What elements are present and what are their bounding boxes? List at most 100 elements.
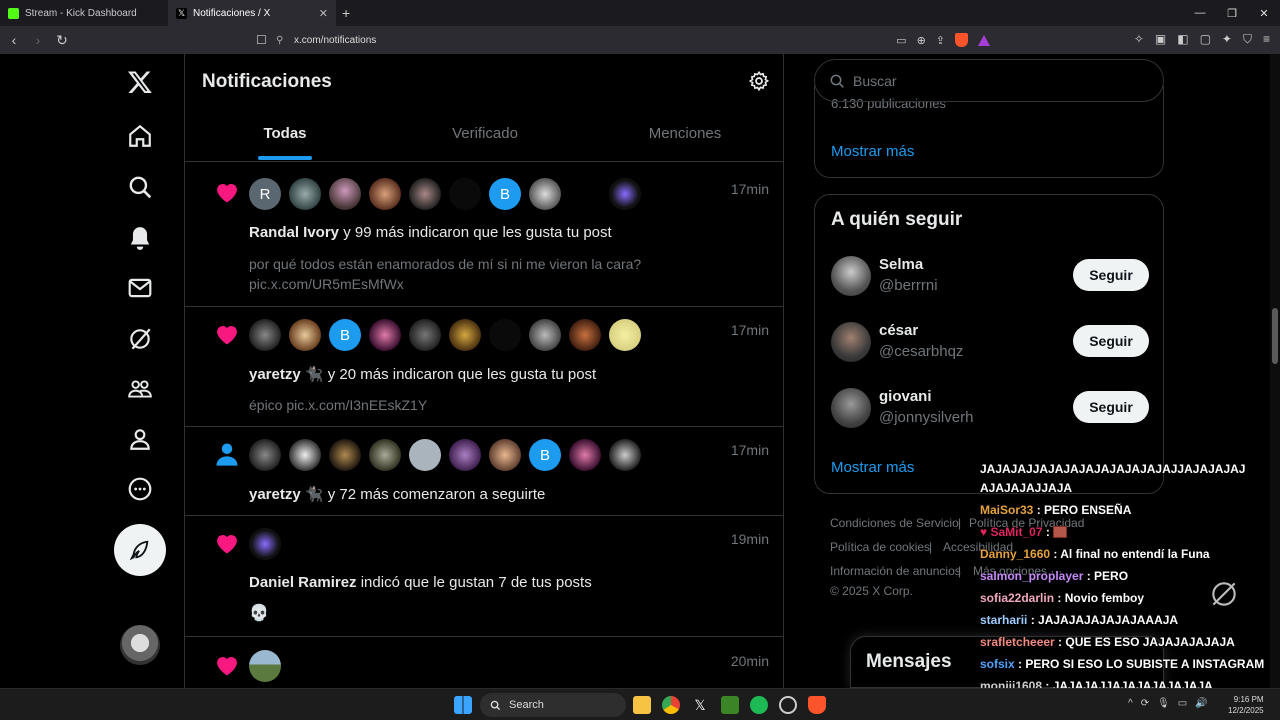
minimize-icon[interactable]: — <box>1184 7 1216 19</box>
microphone-icon[interactable]: 🎙 <box>1157 698 1170 709</box>
avatar[interactable] <box>249 439 281 471</box>
system-clock[interactable]: 9:16 PM 12/2/2025 <box>1228 694 1264 716</box>
forward-icon[interactable]: › <box>28 32 48 48</box>
file-explorer-icon[interactable] <box>633 696 651 714</box>
avatar[interactable] <box>289 439 321 471</box>
settings-gear-icon[interactable] <box>748 70 770 92</box>
tab-todas[interactable]: Todas <box>185 114 385 162</box>
actor-name[interactable]: Daniel Ramirez <box>249 574 357 591</box>
avatar[interactable]: R <box>249 178 281 210</box>
avatar[interactable] <box>609 319 641 351</box>
more-options-icon[interactable] <box>126 475 154 503</box>
actor-name[interactable]: Randal Ivory <box>249 224 339 241</box>
cast-icon[interactable]: ▭ <box>896 34 906 47</box>
avatar[interactable] <box>409 319 441 351</box>
show-more-trends-link[interactable]: Mostrar más <box>831 143 914 160</box>
notification-item[interactable]: B 17min yaretzy 🐈‍⬛ y 20 más indicaron q… <box>185 307 783 427</box>
restore-icon[interactable]: ❐ <box>1216 7 1248 20</box>
avatar[interactable] <box>831 388 871 428</box>
search-input[interactable]: Buscar <box>814 59 1164 102</box>
chrome-icon[interactable] <box>662 696 680 714</box>
follow-suggestion[interactable]: césar @cesarbhqz Seguir <box>831 319 1149 369</box>
avatar[interactable] <box>449 319 481 351</box>
vpn-icon[interactable]: ⛉ <box>1243 32 1252 47</box>
menu-icon[interactable]: ≡ <box>1263 32 1270 47</box>
obs-icon[interactable] <box>779 696 797 714</box>
volume-icon[interactable]: 🔊 <box>1195 698 1207 709</box>
compose-post-button[interactable] <box>114 524 166 576</box>
footer-link-terms[interactable]: Condiciones de Servicio <box>830 516 959 530</box>
profile-icon[interactable] <box>126 425 154 453</box>
display-icon[interactable]: ▭ <box>1178 698 1187 709</box>
address-bar[interactable]: ☐ ⚲ x.com/notifications ▭ ⊕ ⇪ <box>256 29 1000 51</box>
bookmark-icon[interactable]: ☐ <box>256 33 276 47</box>
actor-name[interactable]: yaretzy <box>249 486 301 503</box>
taskbar-search[interactable]: Search <box>480 693 626 717</box>
avatar[interactable] <box>329 178 361 210</box>
avatar[interactable] <box>369 319 401 351</box>
avatar[interactable] <box>569 178 601 210</box>
avatar[interactable] <box>831 256 871 296</box>
follow-button[interactable]: Seguir <box>1073 391 1149 423</box>
close-window-icon[interactable]: ✕ <box>1248 7 1280 20</box>
follow-suggestion[interactable]: giovani @jonnysilverh Seguir <box>831 385 1149 435</box>
leo-ai-icon[interactable]: ✦ <box>1222 32 1232 47</box>
brave-rewards-icon[interactable] <box>978 34 990 46</box>
notification-item[interactable]: 20min <box>185 637 783 688</box>
back-icon[interactable]: ‹ <box>4 32 24 48</box>
avatar[interactable]: B <box>329 319 361 351</box>
sidebar-icon[interactable]: ▣ <box>1155 32 1166 47</box>
actor-name[interactable]: yaretzy <box>249 366 301 383</box>
tab-x-notifications[interactable]: 𝕏 Notificaciones / X ✕ <box>168 0 336 26</box>
avatar[interactable] <box>409 439 441 471</box>
avatar[interactable] <box>569 439 601 471</box>
suggestion-name[interactable]: giovani <box>879 388 932 405</box>
x-logo-icon[interactable] <box>126 68 154 96</box>
footer-link-ads-info[interactable]: Información de anuncios <box>830 564 961 578</box>
avatar[interactable] <box>489 319 521 351</box>
tray-sync-icon[interactable]: ⟳ <box>1141 698 1149 709</box>
grok-icon[interactable] <box>126 325 154 353</box>
reload-icon[interactable]: ↻ <box>52 32 72 49</box>
account-avatar[interactable] <box>120 625 160 665</box>
split-view-icon[interactable]: ◧ <box>1177 32 1188 47</box>
zoom-icon[interactable]: ⊕ <box>917 34 926 47</box>
avatar[interactable]: B <box>529 439 561 471</box>
avatar[interactable] <box>329 439 361 471</box>
extensions-icon[interactable]: ✧ <box>1134 32 1144 47</box>
avatar[interactable] <box>489 439 521 471</box>
explore-search-icon[interactable] <box>126 173 154 201</box>
messages-envelope-icon[interactable] <box>126 274 154 302</box>
spotify-icon[interactable] <box>750 696 768 714</box>
avatar[interactable] <box>369 439 401 471</box>
follow-suggestion[interactable]: Selma @berrrni Seguir <box>831 253 1149 303</box>
wallet-icon[interactable]: ▢ <box>1200 32 1211 47</box>
xbox-icon[interactable] <box>721 696 739 714</box>
tray-overflow-icon[interactable]: ^ <box>1128 698 1133 709</box>
footer-link-cookies[interactable]: Política de cookies <box>830 540 930 554</box>
share-icon[interactable]: ⇪ <box>936 34 945 47</box>
tab-verificado[interactable]: Verificado <box>385 114 585 162</box>
notification-item[interactable]: R B 17min Randal Ivory y 99 más indicaro… <box>185 162 783 307</box>
home-icon[interactable] <box>126 122 154 150</box>
tab-menciones[interactable]: Menciones <box>585 114 783 162</box>
x-app-icon[interactable]: 𝕏 <box>691 696 709 714</box>
avatar[interactable] <box>289 178 321 210</box>
avatar[interactable]: B <box>489 178 521 210</box>
site-info-icon[interactable]: ⚲ <box>276 35 294 46</box>
avatar[interactable] <box>249 528 281 560</box>
avatar[interactable] <box>529 319 561 351</box>
communities-icon[interactable] <box>126 375 154 403</box>
avatar[interactable] <box>249 319 281 351</box>
notifications-bell-icon[interactable] <box>126 224 154 252</box>
avatar[interactable] <box>249 650 281 682</box>
avatar[interactable] <box>609 178 641 210</box>
avatar[interactable] <box>569 319 601 351</box>
notification-item[interactable]: 19min Daniel Ramirez indicó que le gusta… <box>185 516 783 637</box>
avatar[interactable] <box>369 178 401 210</box>
avatar[interactable] <box>449 439 481 471</box>
avatar[interactable] <box>409 178 441 210</box>
suggestion-name[interactable]: Selma <box>879 256 923 273</box>
windows-start-icon[interactable] <box>454 696 472 714</box>
close-tab-icon[interactable]: ✕ <box>319 7 328 20</box>
